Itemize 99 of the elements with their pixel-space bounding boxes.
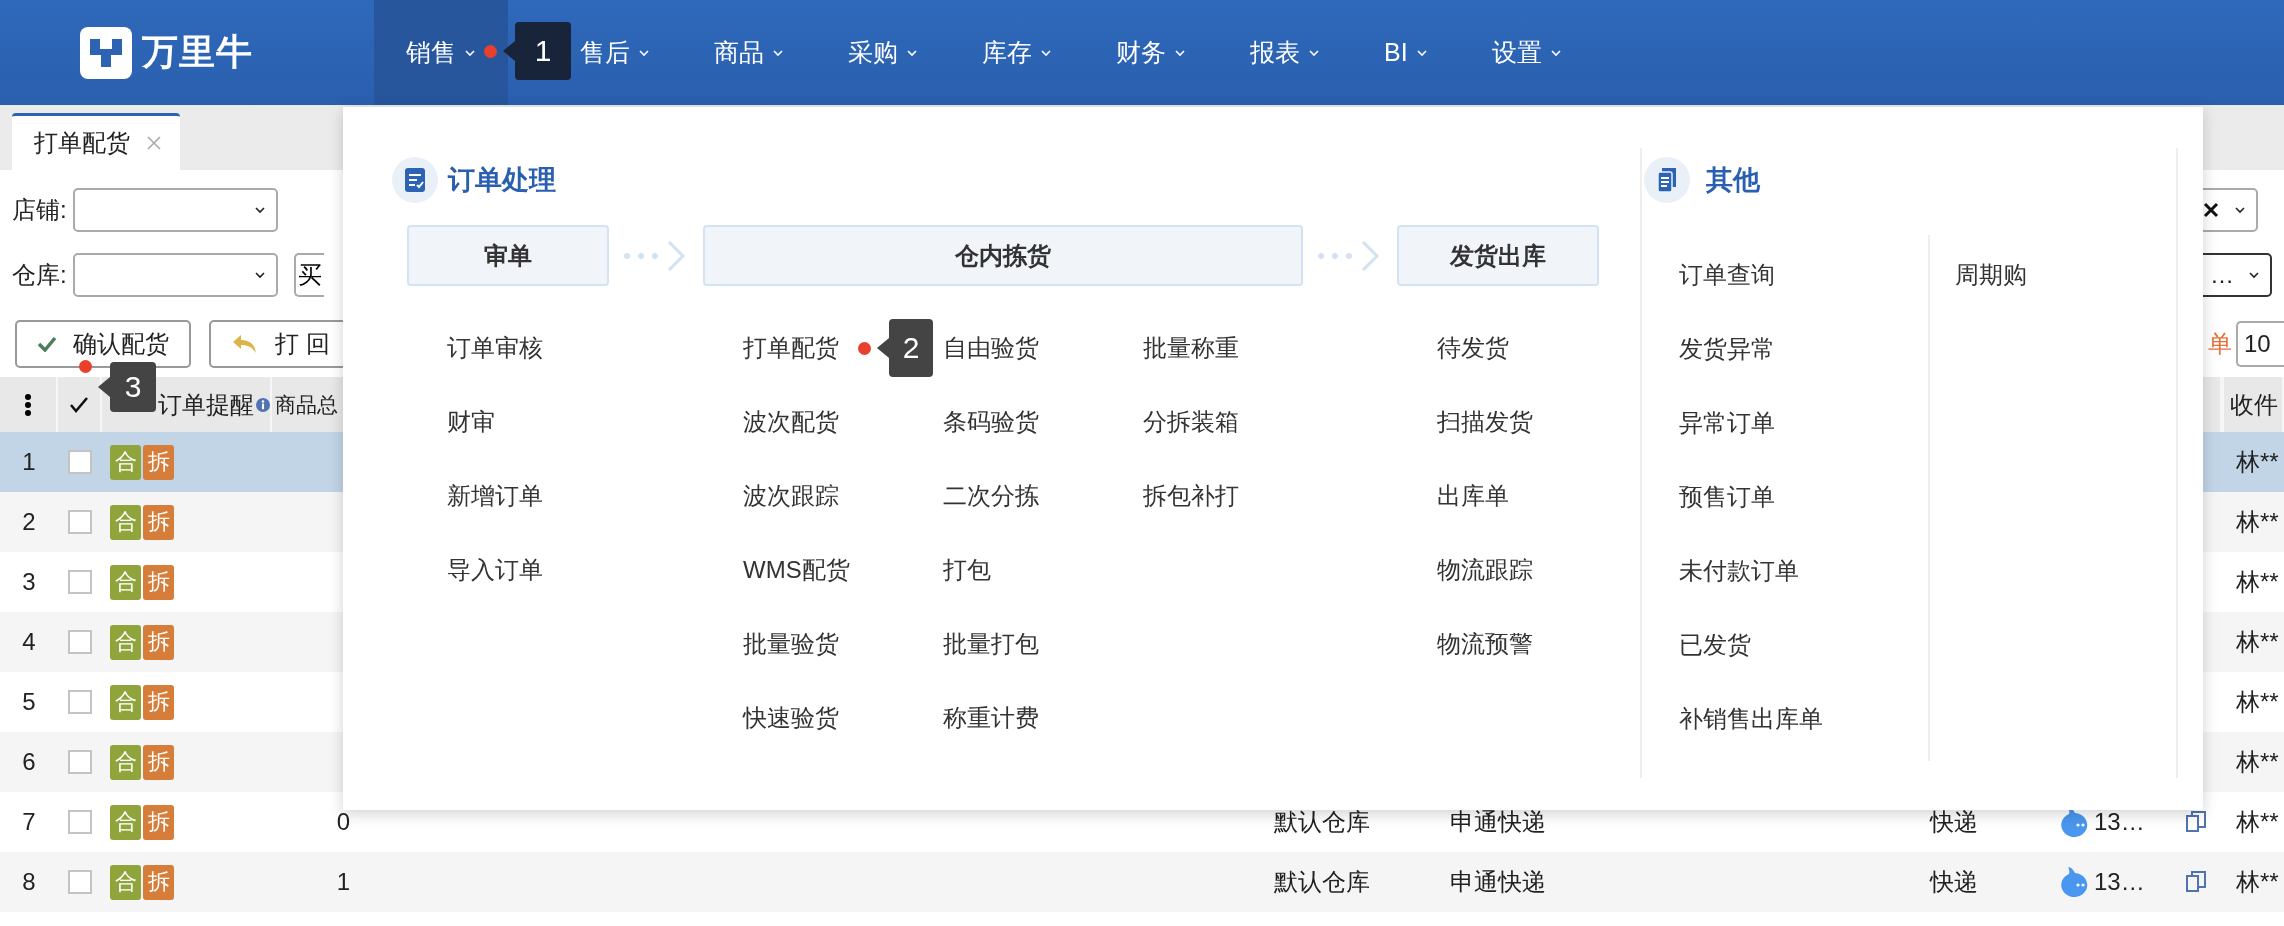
order-tag: 拆 — [143, 864, 174, 900]
order-tag: 拆 — [143, 744, 174, 780]
menu-item[interactable]: 订单审核 — [447, 311, 543, 385]
table-cell-text: 快递 — [1930, 807, 1978, 837]
menu-item[interactable]: 发货异常 — [1679, 312, 1775, 386]
menu-item[interactable]: 物流预警 — [1437, 607, 1533, 681]
nav-item[interactable]: 财务 — [1084, 0, 1218, 105]
menu-item[interactable]: 补销售出库单 — [1679, 682, 1823, 756]
row-number: 8 — [22, 868, 36, 896]
order-tag: 合 — [110, 564, 141, 600]
menu-item[interactable]: 财审 — [447, 385, 495, 459]
table-cell-text: 申通快递 — [1450, 867, 1546, 897]
column-header: 商品总 — [275, 391, 338, 418]
menu-item[interactable]: 二次分拣 — [943, 459, 1039, 533]
row-number: 6 — [22, 748, 36, 776]
page-size-field[interactable]: 10 — [2236, 321, 2284, 367]
column-header: 订单提醒 — [158, 389, 254, 420]
menu-item[interactable]: 订单查询 — [1679, 238, 1775, 312]
menu-item[interactable]: 分拆装箱 — [1143, 385, 1239, 459]
row-number: 7 — [22, 808, 36, 836]
order-tag: 合 — [110, 624, 141, 660]
order-tag: 合 — [110, 744, 141, 780]
table-cell: 13… — [2094, 808, 2145, 836]
row-number: 4 — [22, 628, 36, 656]
menu-item[interactable]: 打单配货 — [743, 311, 839, 385]
order-tag: 拆 — [143, 444, 174, 480]
section-title: 订单处理 — [448, 164, 556, 197]
row-number: 5 — [22, 688, 36, 716]
nav-item[interactable]: BI — [1352, 0, 1460, 105]
menu-item[interactable]: 待发货 — [1437, 311, 1509, 385]
table-cell-text: 林** — [2236, 687, 2279, 717]
nav-item[interactable]: 售后 — [580, 0, 682, 105]
menu-item[interactable]: 条码验货 — [943, 385, 1039, 459]
row-number: 1 — [22, 448, 36, 476]
menu-item[interactable]: 物流跟踪 — [1437, 533, 1533, 607]
table-cell-text: 林** — [2236, 807, 2279, 837]
table-cell-text: 林** — [2236, 627, 2279, 657]
table-cell-text: 林** — [2236, 867, 2279, 897]
nav-item[interactable]: 采购 — [816, 0, 950, 105]
table-cell-text: 快递 — [1930, 867, 1978, 897]
table-cell-text: 默认仓库 — [1274, 807, 1370, 837]
nav-item[interactable]: 报表 — [1218, 0, 1352, 105]
order-tag: 合 — [110, 684, 141, 720]
table-cell: 1 — [336, 868, 350, 896]
nav-item[interactable]: 设置 — [1459, 0, 1594, 105]
nav-item[interactable]: 库存 — [950, 0, 1084, 105]
table-cell-text: 默认仓库 — [1274, 867, 1370, 897]
menu-item[interactable]: 周期购 — [1955, 238, 2027, 312]
order-tag: 合 — [110, 444, 141, 480]
menu-item[interactable]: 拆包补打 — [1143, 459, 1239, 533]
order-tag: 拆 — [143, 684, 174, 720]
order-tag: 拆 — [143, 624, 174, 660]
stage-header: 发货出库 — [1397, 225, 1599, 286]
nav-item[interactable]: 商品 — [682, 0, 816, 105]
row-number: 3 — [22, 568, 36, 596]
table-cell: 0 — [336, 808, 350, 836]
table-cell-text: 林** — [2236, 447, 2279, 477]
menu-item[interactable]: 打包 — [943, 533, 991, 607]
table-row[interactable]: 8 合 拆 1 默认仓库 申通快递 快递 13… 林** — [0, 852, 2284, 912]
menu-item[interactable]: 新增订单 — [447, 459, 543, 533]
table-cell-text: 林** — [2236, 747, 2279, 777]
table-cell-text: 申通快递 — [1450, 807, 1546, 837]
page-tab[interactable]: 打单配货 — [12, 113, 180, 170]
menu-item[interactable]: 导入订单 — [447, 533, 543, 607]
menu-item[interactable]: 自由验货 — [943, 311, 1039, 385]
menu-item[interactable]: 快速验货 — [743, 681, 839, 755]
order-tag: 合 — [110, 504, 141, 540]
order-tag: 拆 — [143, 504, 174, 540]
table-cell-text: 林** — [2236, 567, 2279, 597]
order-tag: 拆 — [143, 564, 174, 600]
filter-button[interactable]: 买 — [293, 253, 324, 297]
menu-item[interactable]: 批量验货 — [743, 607, 839, 681]
toolbar-button[interactable]: 确认配货 — [15, 320, 191, 368]
table-cell-text: 林** — [2236, 507, 2279, 537]
filter-label: 店铺: — [12, 195, 67, 225]
row-number: 2 — [22, 508, 36, 536]
menu-item[interactable]: 波次跟踪 — [743, 459, 839, 533]
order-tag: 拆 — [143, 804, 174, 840]
table-cell: 13… — [2094, 868, 2145, 896]
menu-item[interactable]: 异常订单 — [1679, 386, 1775, 460]
menu-item[interactable]: 波次配货 — [743, 385, 839, 459]
menu-item[interactable]: 批量打包 — [943, 607, 1039, 681]
stage-header: 仓内拣货 — [703, 225, 1303, 286]
order-tag: 合 — [110, 804, 141, 840]
menu-item[interactable]: 批量称重 — [1143, 311, 1239, 385]
column-header: 收件 — [2230, 389, 2278, 420]
menu-item[interactable]: WMS配货 — [743, 533, 850, 607]
menu-item[interactable]: 扫描发货 — [1437, 385, 1533, 459]
order-tag: 合 — [110, 864, 141, 900]
nav-item[interactable]: 销售 — [374, 0, 508, 105]
filter-label: 仓库: — [12, 260, 67, 290]
menu-item[interactable]: 未付款订单 — [1679, 534, 1799, 608]
section-title: 其他 — [1706, 164, 1760, 197]
menu-item[interactable]: 称重计费 — [943, 681, 1039, 755]
menu-item[interactable]: 已发货 — [1679, 608, 1751, 682]
stage-header: 审单 — [407, 225, 609, 286]
logo-text: 万里牛 — [142, 30, 253, 74]
menu-item[interactable]: 预售订单 — [1679, 460, 1775, 534]
menu-item[interactable]: 出库单 — [1437, 459, 1509, 533]
